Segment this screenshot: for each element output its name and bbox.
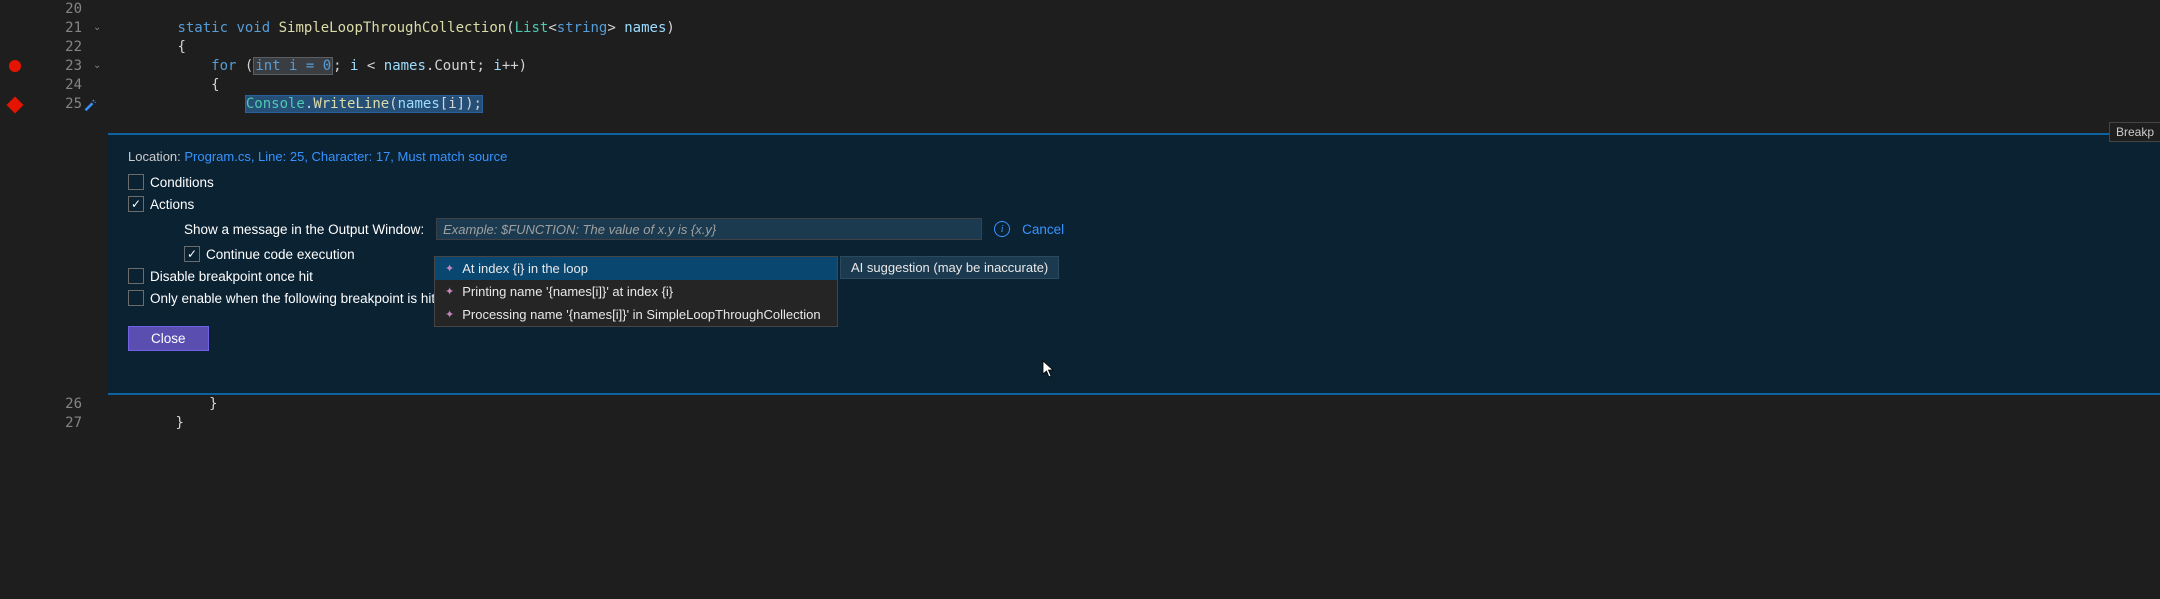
only-enable-label: Only enable when the following breakpoin… (150, 291, 439, 306)
conditions-label: Conditions (150, 175, 214, 190)
disable-once-label: Disable breakpoint once hit (150, 269, 313, 284)
code-token: ); (465, 96, 482, 112)
code-token: ) (666, 20, 674, 36)
code-token: < (358, 58, 383, 74)
code-token: ; (333, 58, 350, 74)
location-label: Location: (128, 149, 181, 164)
code-token: static (177, 20, 228, 36)
code-token: i (493, 58, 501, 74)
code-token: { (211, 77, 219, 93)
continue-execution-label: Continue code execution (206, 247, 355, 262)
code-token: for (211, 58, 236, 74)
code-token: < (548, 20, 556, 36)
code-token: string (557, 20, 608, 36)
only-enable-checkbox[interactable] (128, 290, 144, 306)
code-token: names (398, 96, 440, 112)
actions-label: Actions (150, 197, 194, 212)
code-token: int i = 0 (255, 58, 331, 74)
suggestion-text: Processing name '{names[i]}' in SimpleLo… (462, 307, 820, 322)
code-token: { (177, 39, 185, 55)
suggestion-text: At index {i} in the loop (462, 261, 588, 276)
code-token: SimpleLoopThroughCollection (279, 20, 507, 36)
fold-chevron-icon[interactable]: ⌄ (93, 22, 101, 33)
breakpoint-gutter[interactable] (0, 0, 30, 599)
sparkle-icon: ✦ (445, 285, 454, 298)
sparkle-icon: ✦ (445, 308, 454, 321)
line-number: 24 (30, 76, 82, 95)
disable-once-checkbox[interactable] (128, 268, 144, 284)
code-token: } (209, 396, 217, 412)
code-token: void (236, 20, 270, 36)
close-button[interactable]: Close (128, 326, 209, 351)
breakpoints-side-tab[interactable]: Breakp (2109, 122, 2160, 142)
code-token: > (607, 20, 615, 36)
breakpoint-marker-line-23[interactable] (9, 60, 21, 72)
code-token: ( (506, 20, 514, 36)
code-token: names (384, 58, 426, 74)
info-icon[interactable]: i (994, 221, 1010, 237)
location-value[interactable]: Program.cs, Line: 25, Character: 17, Mus… (181, 149, 508, 164)
code-token: ; (477, 58, 494, 74)
code-token: Console (246, 96, 305, 112)
line-number: 20 (30, 0, 82, 19)
code-token: [i] (440, 96, 465, 112)
actions-checkbox[interactable] (128, 196, 144, 212)
ai-suggestion-popup: ✦ At index {i} in the loop ✦ Printing na… (434, 256, 838, 327)
code-token: ) (519, 58, 527, 74)
conditions-checkbox[interactable] (128, 174, 144, 190)
line-number: 25 (30, 95, 82, 114)
code-token: ( (236, 58, 253, 74)
message-label: Show a message in the Output Window: (184, 222, 424, 237)
fold-chevron-icon[interactable]: ⌄ (93, 60, 101, 71)
code-token: Count (434, 58, 476, 74)
code-token: names (616, 20, 667, 36)
code-token: ( (389, 96, 397, 112)
breakpoint-marker-line-25[interactable] (7, 97, 24, 114)
line-number-gutter: 20 21 22 23 24 25 (30, 0, 90, 599)
code-token: List (515, 20, 549, 36)
tracepoint-message-input[interactable] (436, 218, 982, 240)
code-token: WriteLine (313, 96, 389, 112)
wand-icon[interactable] (82, 98, 96, 115)
suggestion-text: Printing name '{names[i]}' at index {i} (462, 284, 673, 299)
fold-gutter[interactable]: ⌄ ⌄ (90, 0, 110, 599)
ai-suggestion-badge: AI suggestion (may be inaccurate) (840, 256, 1059, 279)
sparkle-icon: ✦ (445, 262, 454, 275)
suggestion-item[interactable]: ✦ Processing name '{names[i]}' in Simple… (435, 303, 837, 326)
code-token: } (175, 415, 183, 431)
line-number: 27 (30, 414, 82, 433)
breakpoint-settings-panel: Location: Program.cs, Line: 25, Characte… (108, 133, 2160, 395)
code-editor[interactable]: } } (108, 395, 2160, 433)
line-number: 23 (30, 57, 82, 76)
code-token: ++ (502, 58, 519, 74)
suggestion-item[interactable]: ✦ Printing name '{names[i]}' at index {i… (435, 280, 837, 303)
continue-execution-checkbox[interactable] (184, 246, 200, 262)
line-number-gutter: 26 27 (30, 395, 90, 433)
suggestion-item[interactable]: ✦ At index {i} in the loop (435, 257, 837, 280)
line-number: 22 (30, 38, 82, 57)
cancel-link[interactable]: Cancel (1022, 222, 1064, 237)
line-number: 26 (30, 395, 82, 414)
line-number: 21 (30, 19, 82, 38)
